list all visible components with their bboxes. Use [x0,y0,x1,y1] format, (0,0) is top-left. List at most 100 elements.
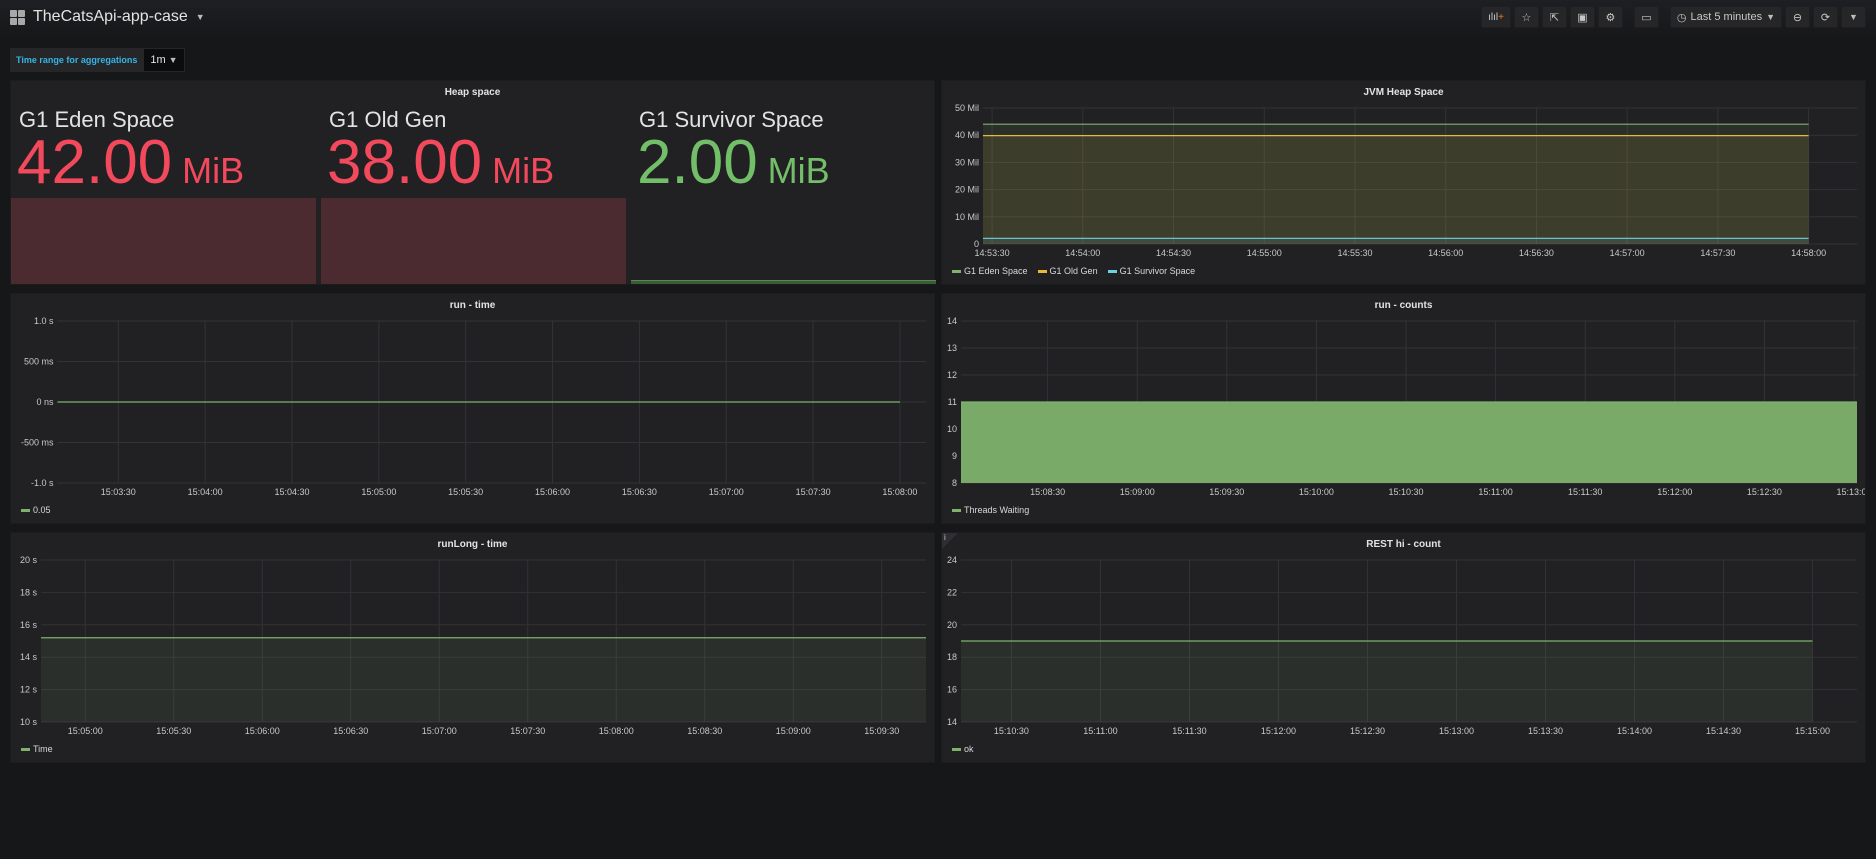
star-button[interactable]: ☆ [1513,6,1539,28]
time-range-label: Last 5 minutes [1690,11,1763,23]
y-tick-label: 20 [947,620,957,630]
y-tick-label: 14 [947,316,957,326]
dashboard-grid-icon [10,9,25,25]
legend-swatch [952,269,961,273]
clock-icon: ◷ [1676,11,1687,24]
x-tick-label: 15:08:00 [882,487,917,497]
x-tick-label: 15:14:00 [1617,726,1652,736]
x-tick-label: 15:14:30 [1706,726,1741,736]
legend-label: 0.05 [33,505,51,515]
x-tick-label: 15:08:30 [1030,487,1065,497]
x-tick-label: 15:12:00 [1261,726,1296,736]
y-tick-label: 16 s [20,620,38,630]
legend: Time [21,744,53,754]
legend-label: Time [33,744,53,754]
caret-down-icon: ▼ [168,55,178,65]
template-variable: Time range for aggregations 1m ▼ [10,48,185,72]
graph-plot[interactable]: 1.0 s 500 ms 0 ns -500 ms -1.0 s 15:03:30 15:0… [11,294,934,523]
legend-label: Threads Waiting [964,505,1030,515]
zoom-out-button[interactable]: ⊖ [1785,6,1810,28]
x-tick-label: 15:04:30 [274,487,309,497]
x-tick-label: 15:07:00 [709,487,744,497]
tv-mode-button[interactable]: ▭ [1633,6,1659,28]
y-tick-label: 10 s [20,717,38,727]
stat-number: 38.00 [327,128,483,197]
x-tick-label: 15:13:30 [1528,726,1563,736]
settings-button[interactable]: ⚙ [1597,6,1623,28]
x-tick-label: 15:12:30 [1350,726,1385,736]
x-tick-label: 14:56:00 [1428,248,1463,258]
x-tick-label: 15:07:30 [510,726,545,736]
legend-item[interactable]: 0.05 [21,505,51,515]
x-tick-label: 15:03:30 [101,487,136,497]
legend-item[interactable]: G1 Survivor Space [1107,266,1196,276]
jvm-heap-space-panel: JVM Heap Space 0 10 Mil 20 Mil 30 Mil 40 Mil 5… [941,80,1866,285]
legend-item[interactable]: G1 Old Gen [1037,266,1098,276]
dashboard-picker[interactable]: TheCatsApi-app-case ▼ [10,8,205,26]
graph-plot[interactable]: 14 16 18 20 22 24 15:10:30 15:11:00 15:11:30 15:1… [942,533,1865,762]
rest-hi-count-panel: REST hi - count i 14 16 18 20 22 24 15:10:30 15:1… [941,532,1866,763]
x-tick-label: 15:09:30 [864,726,899,736]
series-area [983,238,1809,244]
legend-item[interactable]: G1 Eden Space [952,266,1028,276]
refresh-interval-button[interactable]: ▼ [1841,6,1866,28]
x-tick-label: 15:13:00 [1836,487,1865,497]
y-tick-label: 18 s [20,587,38,597]
caret-down-icon: ▼ [195,12,205,22]
x-tick-label: 14:54:30 [1156,248,1191,258]
y-tick-label: 8 [952,478,957,488]
stat-g1-eden-space: G1 Eden Space 42.00 MiB [11,81,316,284]
x-tick-label: 14:57:00 [1610,248,1645,258]
x-tick-label: 15:09:00 [776,726,811,736]
stat-unit: MiB [182,150,245,191]
y-tick-label: 1.0 s [34,316,54,326]
graph-plot[interactable]: 8 9 10 11 12 13 14 15:08:30 15:09:00 15:09:30 15:1… [942,294,1865,523]
x-tick-label: 14:58:00 [1791,248,1826,258]
series-area [983,135,1809,244]
x-tick-label: 15:05:30 [156,726,191,736]
legend-item[interactable]: Threads Waiting [952,505,1029,515]
x-tick-label: 15:06:00 [535,487,570,497]
add-panel-button[interactable]: ılıl+ [1481,6,1511,28]
save-button[interactable]: ▣ [1569,6,1595,28]
legend-swatch [1107,269,1117,273]
x-tick-label: 15:09:30 [1209,487,1244,497]
variable-select[interactable]: 1m ▼ [143,48,185,72]
y-tick-label: 20 s [20,555,38,565]
x-tick-label: 15:04:00 [188,487,223,497]
stat-sparkline [321,198,626,284]
legend-item[interactable]: Time [21,744,53,754]
graph-plot[interactable]: 10 s 12 s 14 s 16 s 18 s 20 s 15:05:00 15:05:30… [11,533,934,762]
variable-value: 1m [150,54,166,66]
legend-item[interactable]: ok [952,744,974,754]
heap-space-panel: Heap space G1 Eden Space 42.00 MiB G1 Old… [10,80,936,285]
graph-plot[interactable]: 010 Mil20 Mil30 Mil40 Mil50 Mil14:53:30 1… [942,81,1865,284]
y-tick-label: 18 [947,652,957,662]
legend: Threads Waiting [952,505,1029,515]
top-navbar: TheCatsApi-app-case ▼ ılıl+ ☆ ⇱ ▣ ⚙ ▭ ◷ … [0,0,1876,40]
y-tick-label: 12 [947,370,957,380]
time-picker-button[interactable]: ◷ Last 5 minutes ▼ [1669,6,1782,28]
refresh-button[interactable]: ⟳ [1813,6,1838,28]
share-icon: ⇱ [1549,11,1560,24]
y-tick-label: 22 [947,587,957,597]
legend-swatch [952,508,961,512]
series-area [961,641,1813,722]
share-button[interactable]: ⇱ [1541,6,1567,28]
stat-g1-survivor-space: G1 Survivor Space 2.00 MiB [631,81,936,284]
x-tick-label: 15:11:00 [1083,726,1117,736]
y-tick-label: 10 [947,424,957,434]
legend: ok [952,744,974,754]
y-tick-label: 12 s [20,685,38,695]
y-tick-label: 16 [947,685,957,695]
gear-icon: ⚙ [1605,11,1616,24]
legend-label: G1 Survivor Space [1119,266,1196,276]
run-counts-panel: run - counts 8 9 10 11 12 13 14 15:08:30 15:09:00… [941,293,1866,524]
x-tick-label: 15:08:30 [687,726,722,736]
x-tick-label: 15:10:30 [1388,487,1423,497]
x-tick-label: 15:11:30 [1568,487,1602,497]
y-tick-label: 30 Mil [955,157,979,167]
zoom-out-icon: ⊖ [1792,11,1803,24]
legend-swatch [952,747,961,751]
x-tick-label: 15:06:30 [333,726,368,736]
